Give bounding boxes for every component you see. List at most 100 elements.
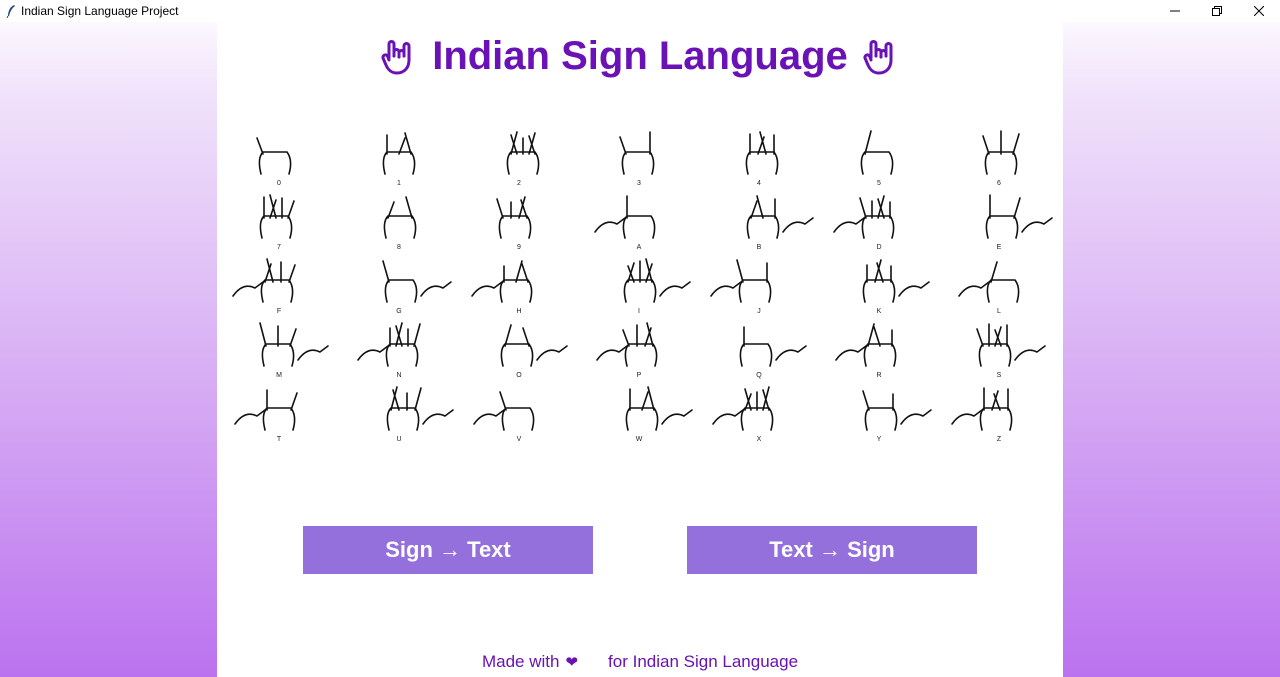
sign-cell: E xyxy=(939,188,1059,252)
hand-sketch-icon xyxy=(860,130,894,175)
sign-label: V xyxy=(516,436,522,443)
text-to-sign-button[interactable]: Text → Sign xyxy=(687,526,977,574)
hand-sketch-icon xyxy=(985,194,1053,239)
hand-sketch-icon xyxy=(500,324,568,367)
sign-label: T xyxy=(276,436,282,443)
sign-label: K xyxy=(876,308,882,315)
hand-sketch-icon xyxy=(383,196,417,239)
sign-label: 7 xyxy=(277,244,281,251)
hand-sketch-icon xyxy=(862,259,930,303)
hand-sketch-icon xyxy=(357,322,421,367)
feather-icon xyxy=(3,3,19,19)
sign-cell: 8 xyxy=(339,188,459,252)
hand-sketch-icon xyxy=(496,196,532,239)
page-title-row: Indian Sign Language xyxy=(217,34,1063,79)
sign-cell: 6 xyxy=(939,124,1059,188)
sign-label: 2 xyxy=(517,180,521,187)
hand-sketch-icon xyxy=(982,130,1020,175)
sign-cell: S xyxy=(939,316,1059,380)
sign-cell: B xyxy=(699,188,819,252)
hand-sketch-icon xyxy=(506,131,540,175)
sign-label: X xyxy=(756,436,762,443)
hand-sketch-icon xyxy=(382,260,452,303)
sign-label: 5 xyxy=(877,180,881,187)
heart-icon: ❤ xyxy=(565,654,579,671)
sign-cell: X xyxy=(699,380,819,444)
sign-label: A xyxy=(636,244,642,251)
sign-label: M xyxy=(276,372,282,379)
hand-sketch-icon xyxy=(712,386,774,431)
hand-sketch-icon xyxy=(710,259,772,303)
hand-sketch-icon xyxy=(958,261,1020,303)
close-icon xyxy=(1254,6,1264,16)
restore-icon xyxy=(1212,6,1222,16)
sign-label: H xyxy=(516,308,522,315)
restore-button[interactable] xyxy=(1196,0,1238,22)
sign-cell: O xyxy=(459,316,579,380)
sign-label: F xyxy=(276,308,282,315)
sign-cell: 5 xyxy=(819,124,939,188)
hand-sketch-icon xyxy=(259,194,295,239)
minimize-icon xyxy=(1170,10,1180,12)
sign-label: Y xyxy=(876,436,882,443)
sign-cell: L xyxy=(939,252,1059,316)
footer-made-with: Made with xyxy=(481,652,560,671)
sign-cell: D xyxy=(819,188,939,252)
window-titlebar: Indian Sign Language Project xyxy=(0,0,1280,22)
sign-cell: P xyxy=(579,316,699,380)
sign-cell: 9 xyxy=(459,188,579,252)
page-title: Indian Sign Language xyxy=(432,34,848,78)
sign-label: B xyxy=(756,244,762,251)
sign-cell: V xyxy=(459,380,579,444)
sign-cell: H xyxy=(459,252,579,316)
sign-label: U xyxy=(396,436,402,443)
sign-cell: N xyxy=(339,316,459,380)
hand-sketch-icon xyxy=(625,386,693,431)
close-button[interactable] xyxy=(1238,0,1280,22)
sign-label: 6 xyxy=(997,180,1001,187)
sign-label: R xyxy=(876,372,882,379)
sign-cell: 1 xyxy=(339,124,459,188)
footer-suffix: for Indian Sign Language xyxy=(608,652,799,671)
sign-cell: U xyxy=(339,380,459,444)
sign-label: G xyxy=(396,308,402,315)
sign-label: J xyxy=(757,308,761,315)
sign-cell: 7 xyxy=(219,188,339,252)
hand-sketch-icon xyxy=(473,391,535,431)
sign-cell: W xyxy=(579,380,699,444)
sign-cell: I xyxy=(579,252,699,316)
hand-sketch-icon xyxy=(745,131,779,175)
hand-sketch-icon xyxy=(746,195,814,239)
sign-label: E xyxy=(996,244,1002,251)
hand-sketch-icon xyxy=(976,323,1046,367)
sign-label: P xyxy=(636,372,642,379)
love-you-hand-icon xyxy=(862,38,900,76)
hand-sketch-icon xyxy=(739,326,807,367)
sign-cell: F xyxy=(219,252,339,316)
sign-cell: J xyxy=(699,252,819,316)
sign-cell: 2 xyxy=(459,124,579,188)
sign-label: I xyxy=(638,308,640,315)
window-title: Indian Sign Language Project xyxy=(21,4,179,18)
sign-cell: R xyxy=(819,316,939,380)
hand-sketch-icon xyxy=(619,131,655,175)
minimize-button[interactable] xyxy=(1154,0,1196,22)
sign-cell: Z xyxy=(939,380,1059,444)
sign-cell: K xyxy=(819,252,939,316)
love-you-hand-icon xyxy=(380,38,418,76)
hand-sketch-icon xyxy=(594,195,656,239)
sign-label: Z xyxy=(996,436,1002,443)
sign-label: 4 xyxy=(757,180,761,187)
hand-sketch-icon xyxy=(471,260,533,303)
sign-label: 8 xyxy=(397,244,401,251)
sign-cell: T xyxy=(219,380,339,444)
hand-sketch-icon xyxy=(382,132,416,175)
sign-chart-image: 0 1 2 3 4 5 6 7 8 9 A B D E F G H I J K L M N O P Q R S T U V W X Y Z xyxy=(217,122,1063,444)
sign-label: L xyxy=(997,308,1001,315)
hand-sketch-icon xyxy=(259,322,329,367)
sign-to-text-button[interactable]: Sign → Text xyxy=(303,526,593,574)
hand-sketch-icon xyxy=(232,258,296,303)
sign-cell: G xyxy=(339,252,459,316)
sign-cell: A xyxy=(579,188,699,252)
hand-sketch-icon xyxy=(862,390,932,431)
